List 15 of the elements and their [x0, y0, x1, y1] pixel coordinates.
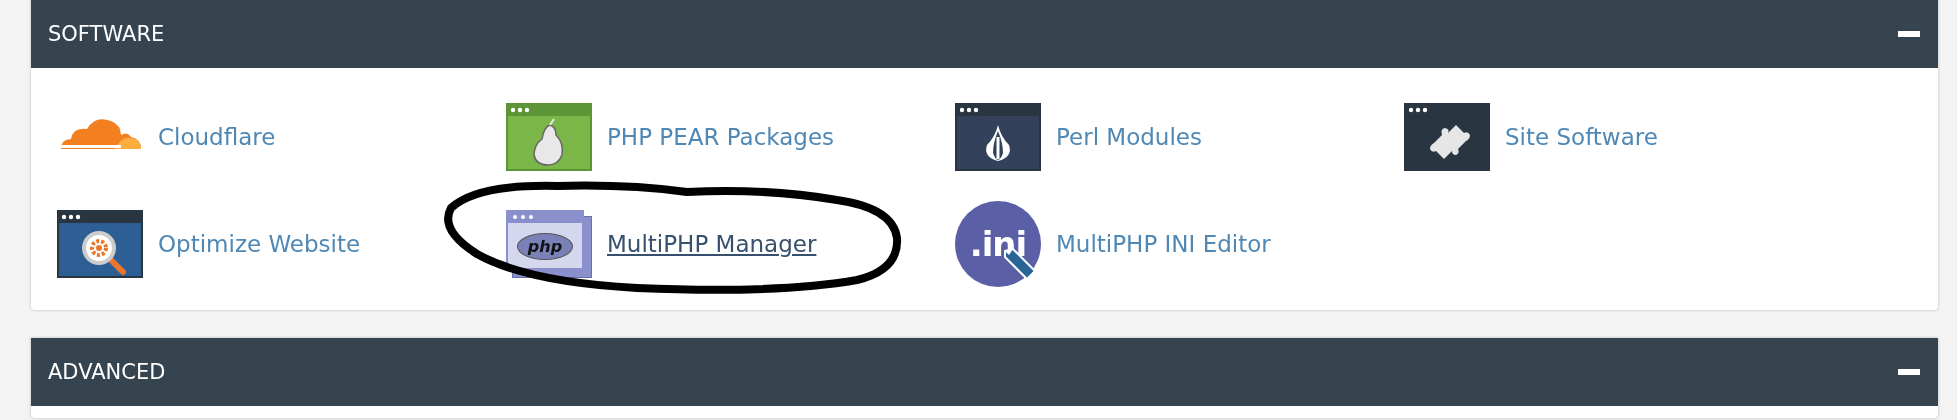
tool-link[interactable]: Perl Modules [1056, 124, 1202, 150]
collapse-icon[interactable] [1898, 369, 1920, 375]
magnifier-gear-icon [57, 210, 143, 278]
collapse-icon[interactable] [1898, 31, 1920, 37]
tool-link[interactable]: MultiPHP INI Editor [1056, 231, 1271, 257]
section-title: SOFTWARE [48, 22, 165, 46]
puzzle-icon [1404, 103, 1490, 171]
tool-link[interactable]: PHP PEAR Packages [607, 124, 835, 150]
section-title: ADVANCED [48, 360, 166, 384]
tool-link[interactable]: Site Software [1505, 124, 1658, 150]
tool-link[interactable]: Cloudflare [158, 124, 276, 150]
onion-icon [955, 103, 1041, 171]
pear-icon [506, 103, 592, 171]
tool-link[interactable]: Optimize Website [158, 231, 361, 257]
tool-link[interactable]: MultiPHP Manager [607, 231, 817, 257]
